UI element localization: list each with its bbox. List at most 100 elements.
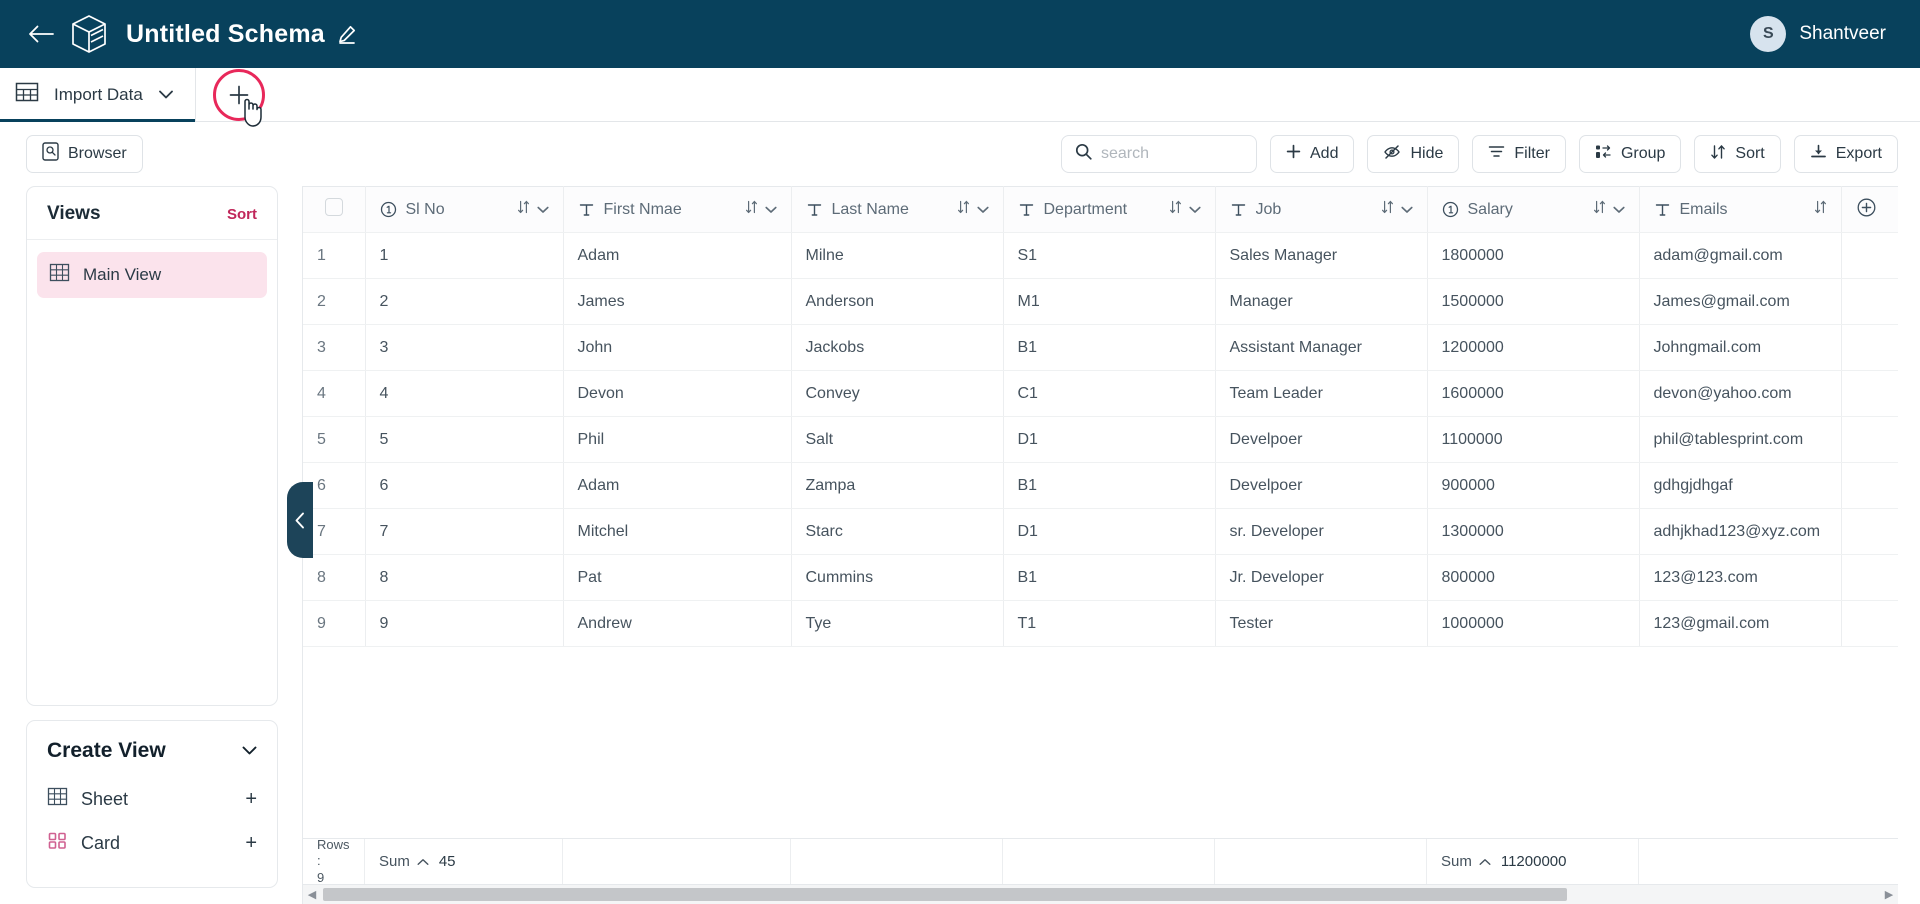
emails-sum-cell[interactable] (1639, 839, 1841, 884)
hide-button[interactable]: Hide (1367, 135, 1459, 173)
column-sort-icon[interactable] (957, 200, 970, 219)
row-number-cell[interactable]: 8 (303, 555, 365, 601)
table-cell[interactable]: Convey (791, 371, 1003, 417)
column-header-last-name[interactable]: Last Name (791, 187, 1003, 233)
table-cell[interactable]: Sales Manager (1215, 233, 1427, 279)
table-cell[interactable]: D1 (1003, 417, 1215, 463)
table-cell[interactable]: B1 (1003, 325, 1215, 371)
row-number-cell[interactable]: 3 (303, 325, 365, 371)
pencil-icon[interactable] (337, 24, 357, 44)
column-header-first-name[interactable]: First Nmae (563, 187, 791, 233)
table-cell[interactable]: M1 (1003, 279, 1215, 325)
table-cell[interactable]: 8 (365, 555, 563, 601)
tab-import-data[interactable]: Import Data (0, 68, 196, 121)
table-cell[interactable]: Manager (1215, 279, 1427, 325)
column-menu-icon[interactable] (977, 201, 989, 219)
table-cell[interactable]: 900000 (1427, 463, 1639, 509)
table-cell[interactable]: 123@123.com (1639, 555, 1841, 601)
table-cell[interactable]: B1 (1003, 463, 1215, 509)
table-cell[interactable]: 123@gmail.com (1639, 601, 1841, 647)
sidebar-collapse-handle[interactable] (287, 482, 313, 558)
column-menu-icon[interactable] (765, 201, 777, 219)
table-cell[interactable]: Mitchel (563, 509, 791, 555)
table-cell[interactable]: D1 (1003, 509, 1215, 555)
group-button[interactable]: Group (1579, 135, 1681, 173)
table-cell[interactable]: Pat (563, 555, 791, 601)
table-cell[interactable]: Devon (563, 371, 791, 417)
table-cell[interactable]: C1 (1003, 371, 1215, 417)
table-cell[interactable]: Salt (791, 417, 1003, 463)
table-row[interactable]: 55PhilSaltD1Develpoer1100000phil@tablesp… (303, 417, 1898, 463)
table-cell[interactable]: Anderson (791, 279, 1003, 325)
row-number-cell[interactable]: 9 (303, 601, 365, 647)
table-cell[interactable]: sr. Developer (1215, 509, 1427, 555)
table-row[interactable]: 99AndrewTyeT1Tester1000000123@gmail.com (303, 601, 1898, 647)
table-cell[interactable]: Adam (563, 233, 791, 279)
add-card-view-button[interactable]: + (245, 832, 257, 855)
table-cell[interactable]: Zampa (791, 463, 1003, 509)
table-row[interactable]: 66AdamZampaB1Develpoer900000gdhgjdhgaf (303, 463, 1898, 509)
table-cell[interactable]: T1 (1003, 601, 1215, 647)
table-cell[interactable]: 6 (365, 463, 563, 509)
table-row[interactable]: 88PatCumminsB1Jr. Developer800000123@123… (303, 555, 1898, 601)
table-cell[interactable]: Johngmail.com (1639, 325, 1841, 371)
table-cell[interactable]: 1500000 (1427, 279, 1639, 325)
firstname-sum-cell[interactable] (563, 839, 791, 884)
create-view-header[interactable]: Create View (27, 737, 277, 763)
slno-sum-cell[interactable]: Sum 45 (365, 839, 563, 884)
row-number-cell[interactable]: 4 (303, 371, 365, 417)
search-box[interactable] (1061, 135, 1257, 173)
search-input[interactable] (1101, 145, 1243, 163)
plus-circle-icon[interactable] (1856, 197, 1877, 223)
table-cell[interactable]: S1 (1003, 233, 1215, 279)
back-arrow-icon[interactable] (26, 19, 56, 49)
table-cell[interactable]: Starc (791, 509, 1003, 555)
add-column-header[interactable] (1841, 187, 1898, 233)
table-cell[interactable]: 5 (365, 417, 563, 463)
job-sum-cell[interactable] (1215, 839, 1427, 884)
user-menu[interactable]: S Shantveer (1750, 16, 1894, 52)
add-button[interactable]: Add (1270, 135, 1354, 173)
table-cell[interactable]: 1000000 (1427, 601, 1639, 647)
column-menu-icon[interactable] (537, 201, 549, 219)
table-cell[interactable]: 1800000 (1427, 233, 1639, 279)
table-cell[interactable]: B1 (1003, 555, 1215, 601)
sort-button[interactable]: Sort (1694, 135, 1780, 173)
create-view-sheet[interactable]: Sheet + (27, 777, 277, 821)
department-sum-cell[interactable] (1003, 839, 1215, 884)
row-number-cell[interactable]: 5 (303, 417, 365, 463)
table-cell[interactable]: Andrew (563, 601, 791, 647)
column-header-slno[interactable]: Sl No (365, 187, 563, 233)
horizontal-scrollbar[interactable]: ◀ ▶ (303, 884, 1898, 904)
column-header-salary[interactable]: Salary (1427, 187, 1639, 233)
table-cell[interactable]: Jr. Developer (1215, 555, 1427, 601)
table-cell[interactable]: John (563, 325, 791, 371)
add-tab-button[interactable] (226, 82, 252, 108)
table-cell[interactable]: 3 (365, 325, 563, 371)
export-button[interactable]: Export (1794, 135, 1898, 173)
column-sort-icon[interactable] (1593, 200, 1606, 219)
salary-sum-cell[interactable]: Sum 11200000 (1427, 839, 1639, 884)
sidebar-item-main-view[interactable]: Main View (37, 252, 267, 298)
row-number-cell[interactable]: 1 (303, 233, 365, 279)
table-cell[interactable]: devon@yahoo.com (1639, 371, 1841, 417)
column-sort-icon[interactable] (517, 200, 530, 219)
table-cell[interactable]: 1200000 (1427, 325, 1639, 371)
table-row[interactable]: 22JamesAndersonM1Manager1500000James@gma… (303, 279, 1898, 325)
table-cell[interactable]: Assistant Manager (1215, 325, 1427, 371)
table-cell[interactable]: Milne (791, 233, 1003, 279)
table-cell[interactable]: 7 (365, 509, 563, 555)
table-cell[interactable]: adam@gmail.com (1639, 233, 1841, 279)
browser-button[interactable]: Browser (26, 135, 143, 173)
table-row[interactable]: 77MitchelStarcD1sr. Developer1300000adhj… (303, 509, 1898, 555)
table-cell[interactable]: Jackobs (791, 325, 1003, 371)
table-cell[interactable]: Adam (563, 463, 791, 509)
table-cell[interactable]: 1 (365, 233, 563, 279)
table-cell[interactable]: phil@tablesprint.com (1639, 417, 1841, 463)
table-cell[interactable]: 9 (365, 601, 563, 647)
views-sort-link[interactable]: Sort (227, 206, 257, 223)
column-header-emails[interactable]: Emails (1639, 187, 1841, 233)
table-cell[interactable]: James (563, 279, 791, 325)
scroll-right-arrow-icon[interactable]: ▶ (1882, 888, 1896, 901)
table-row[interactable]: 44DevonConveyC1Team Leader1600000devon@y… (303, 371, 1898, 417)
